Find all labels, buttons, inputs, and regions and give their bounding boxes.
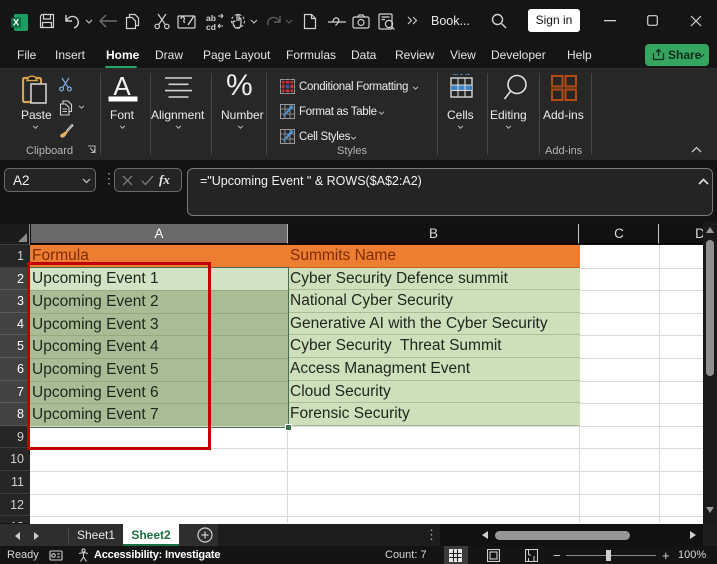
svg-text:X: X <box>13 18 20 29</box>
svg-text:cd: cd <box>206 22 216 31</box>
